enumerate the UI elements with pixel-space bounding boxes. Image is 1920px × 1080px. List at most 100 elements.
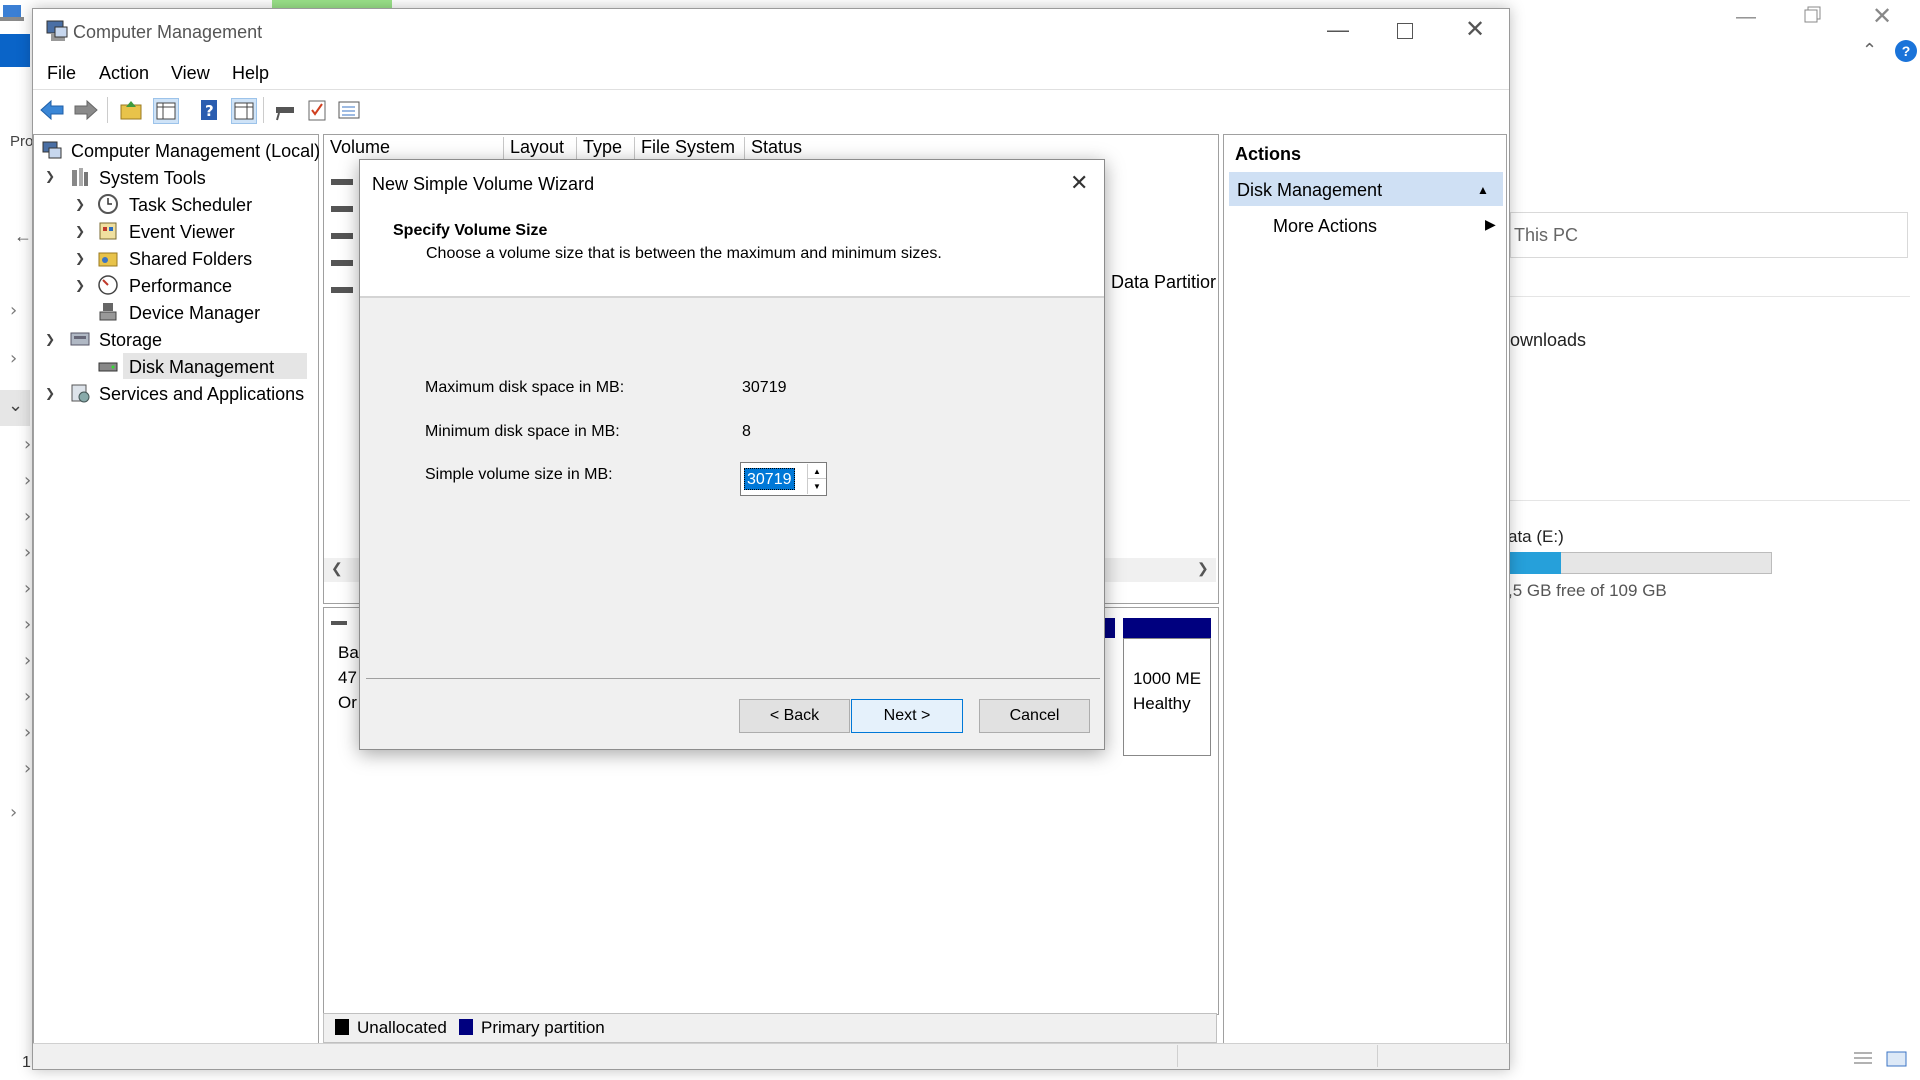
legend-primary: Primary partition xyxy=(481,1018,605,1037)
volume-row-icon xyxy=(331,233,353,239)
tree-services-applications[interactable]: Services and Applications xyxy=(99,384,304,405)
chevron-right-icon[interactable]: › xyxy=(24,614,31,635)
background-drive-label[interactable]: ata (E:) xyxy=(1508,527,1564,547)
divider xyxy=(33,89,1509,90)
partition-header-strip xyxy=(1123,618,1211,638)
collapse-up-icon[interactable]: ▲ xyxy=(1477,183,1489,197)
wizard-title: New Simple Volume Wizard xyxy=(372,174,595,194)
tree-shared-folders[interactable]: Shared Folders xyxy=(129,249,252,270)
chevron-right-icon[interactable]: ❯ xyxy=(75,197,85,211)
maximize-button[interactable] xyxy=(1397,23,1413,39)
background-back-arrow-icon[interactable]: ← xyxy=(14,226,32,247)
chevron-right-icon[interactable]: ❯ xyxy=(75,278,85,292)
chevron-up-icon[interactable]: ⌃ xyxy=(1862,40,1877,61)
chevron-right-icon[interactable]: › xyxy=(24,542,31,563)
event-viewer-icon xyxy=(97,220,117,240)
chevron-right-icon[interactable]: › xyxy=(24,686,31,707)
spin-up-icon[interactable]: ▲ xyxy=(807,464,826,479)
max-disk-space-label: Maximum disk space in MB: xyxy=(425,379,625,396)
legend-unallocated: Unallocated xyxy=(357,1018,447,1037)
clock-icon xyxy=(97,193,118,214)
menu-file[interactable]: File xyxy=(47,63,76,84)
menu-view[interactable]: View xyxy=(171,63,210,84)
chevron-right-icon[interactable]: ❯ xyxy=(45,386,55,400)
connect-icon[interactable] xyxy=(273,98,297,122)
show-hide-console-tree-icon[interactable] xyxy=(153,98,179,124)
tree-system-tools[interactable]: System Tools xyxy=(99,168,206,189)
submenu-arrow-icon: ▶ xyxy=(1485,216,1496,232)
properties-list-icon[interactable] xyxy=(337,98,361,122)
background-address-bar[interactable]: This PC xyxy=(1510,212,1908,258)
legend-swatch-primary xyxy=(459,1019,473,1035)
checklist-icon[interactable] xyxy=(305,98,329,122)
divider xyxy=(360,296,1104,298)
svg-text:?: ? xyxy=(205,102,214,120)
tree-storage[interactable]: Storage xyxy=(99,330,162,351)
chevron-right-icon[interactable]: › xyxy=(10,802,17,823)
minimize-button[interactable]: — xyxy=(1327,17,1349,43)
next-button[interactable]: Next > xyxy=(851,699,963,733)
actions-section-label: Disk Management xyxy=(1237,180,1383,200)
help-book-icon[interactable]: ? xyxy=(197,98,221,122)
cancel-button[interactable]: Cancel xyxy=(979,699,1090,733)
console-tree-pane xyxy=(33,134,319,1046)
background-close-icon[interactable]: ✕ xyxy=(1872,2,1892,31)
spin-down-icon[interactable]: ▼ xyxy=(807,479,826,494)
tiles-view-icon[interactable] xyxy=(1886,1050,1908,1068)
help-icon[interactable]: ? xyxy=(1895,40,1917,62)
more-actions[interactable]: More Actions xyxy=(1273,216,1377,237)
chevron-right-icon[interactable]: › xyxy=(24,650,31,671)
volume-size-input[interactable]: 30719 xyxy=(744,468,795,490)
background-restore-icon[interactable] xyxy=(1804,6,1821,23)
chevron-right-icon[interactable]: › xyxy=(24,578,31,599)
tree-root[interactable]: Computer Management (Local) xyxy=(71,141,320,162)
menu-action[interactable]: Action xyxy=(99,63,149,84)
chevron-right-icon[interactable]: › xyxy=(24,758,31,779)
tree-task-scheduler[interactable]: Task Scheduler xyxy=(129,195,252,216)
tree-device-manager[interactable]: Device Manager xyxy=(129,303,260,324)
background-downloads-label[interactable]: ownloads xyxy=(1510,330,1586,351)
tree-performance[interactable]: Performance xyxy=(129,276,232,297)
disk-management-icon xyxy=(97,356,118,376)
tree-disk-management[interactable]: Disk Management xyxy=(129,357,274,378)
scroll-left-icon[interactable]: ❮ xyxy=(331,560,343,577)
chevron-right-icon[interactable]: › xyxy=(10,300,17,321)
volume-size-stepper[interactable]: 30719 ▲ ▼ xyxy=(740,462,827,496)
chevron-down-icon[interactable]: ❯ xyxy=(45,169,55,183)
close-button[interactable]: ✕ xyxy=(1465,15,1485,44)
chevron-right-icon[interactable]: › xyxy=(24,722,31,743)
background-drive-free: ,5 GB free of 109 GB xyxy=(1508,581,1667,600)
back-button[interactable]: < Back xyxy=(739,699,850,733)
chevron-right-icon[interactable]: ❯ xyxy=(75,251,85,265)
wizard-close-icon[interactable]: ✕ xyxy=(1070,170,1088,196)
forward-arrow-icon[interactable] xyxy=(73,98,98,122)
divider xyxy=(366,678,1100,679)
system-tools-icon xyxy=(69,166,89,186)
partition-status: Healthy xyxy=(1133,694,1191,713)
up-folder-icon[interactable] xyxy=(119,98,143,122)
chevron-right-icon[interactable]: › xyxy=(10,348,17,369)
shared-folders-icon xyxy=(97,247,118,267)
volume-size-label: Simple volume size in MB: xyxy=(425,466,613,483)
chevron-right-icon[interactable]: › xyxy=(24,434,31,455)
chevron-right-icon[interactable]: › xyxy=(24,470,31,491)
details-view-icon[interactable] xyxy=(1852,1050,1874,1068)
disk-label-line: Ba xyxy=(338,643,359,662)
toolbar-separator xyxy=(263,97,264,123)
chevron-down-icon[interactable]: ⌄ xyxy=(8,395,23,416)
min-disk-space-value: 8 xyxy=(742,423,751,440)
menu-help[interactable]: Help xyxy=(232,63,269,84)
volume-row-icon xyxy=(331,179,353,185)
scroll-right-icon[interactable]: ❯ xyxy=(1197,560,1209,577)
show-hide-action-pane-icon[interactable] xyxy=(231,98,257,124)
tree-event-viewer[interactable]: Event Viewer xyxy=(129,222,235,243)
computer-management-icon xyxy=(45,19,69,43)
actions-pane xyxy=(1223,134,1507,1046)
background-left-text: Pro xyxy=(10,133,34,150)
chevron-right-icon[interactable]: ❯ xyxy=(75,224,85,238)
chevron-right-icon[interactable]: › xyxy=(24,506,31,527)
background-minimize-icon[interactable]: — xyxy=(1736,6,1756,29)
services-icon xyxy=(69,382,90,403)
chevron-down-icon[interactable]: ❯ xyxy=(45,332,55,346)
back-arrow-icon[interactable] xyxy=(39,98,64,122)
